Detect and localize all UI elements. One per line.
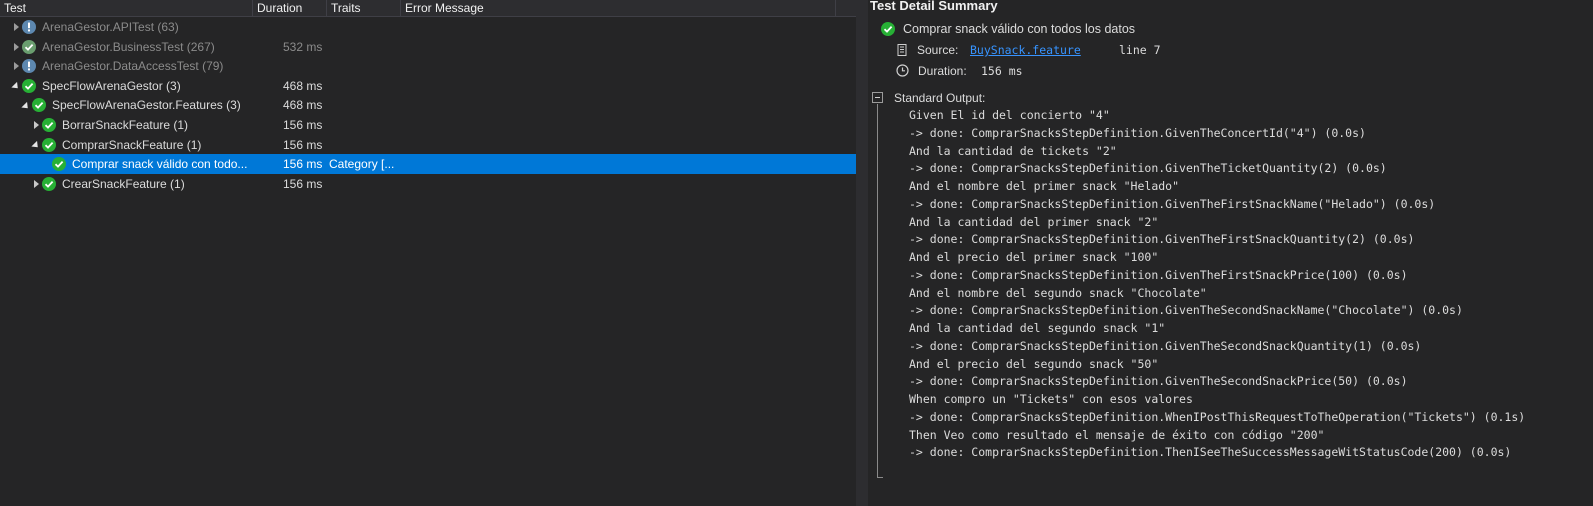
output-line: And el nombre del segundo snack "Chocola…: [909, 285, 1207, 300]
collapsed-chevron-icon[interactable]: [10, 37, 22, 57]
test-tree-row[interactable]: Comprar snack válido con todo... 156 ms Ca…: [0, 154, 868, 175]
output-line: -> done: ComprarSnacksStepDefinition.Giv…: [909, 232, 1415, 247]
test-tree-row[interactable]: BorrarSnackFeature (1) 156 ms: [0, 115, 868, 135]
collapsed-chevron-icon[interactable]: [30, 115, 42, 135]
output-line: And la cantidad del segundo snack "1": [909, 321, 1166, 335]
document-icon: [897, 44, 907, 60]
output-line: -> done: ComprarSnacksStepDefinition.Giv…: [909, 267, 1408, 282]
detail-title: Test Detail Summary: [870, 0, 998, 13]
test-name: ArenaGestor.DataAccessTest (79): [42, 59, 224, 74]
test-tree-row[interactable]: ComprarSnackFeature (1) 156 ms: [0, 135, 868, 155]
output-line: And la cantidad de tickets "2": [909, 143, 1117, 158]
not-run-icon: [22, 20, 36, 34]
duration-value: 156 ms: [981, 64, 1023, 78]
duration-label: Duration:: [918, 64, 967, 78]
output-line: -> done: ComprarSnacksStepDefinition.Giv…: [909, 161, 1387, 176]
test-name: BorrarSnackFeature (1): [62, 118, 189, 132]
test-tree-row[interactable]: SpecFlowArenaGestor.Features (3) 468 ms: [0, 95, 868, 115]
test-duration: 468 ms: [283, 78, 323, 93]
test-name: SpecFlowArenaGestor (3): [42, 78, 181, 93]
passed-icon: [52, 157, 66, 172]
output-line: -> done: ComprarSnacksStepDefinition.Giv…: [909, 374, 1408, 389]
test-duration: 156 ms: [283, 118, 323, 132]
test-name: CrearSnackFeature (1): [62, 176, 185, 191]
standard-output-label: Standard Output:: [894, 91, 986, 105]
output-line: When compro un "Tickets" con esos valore…: [909, 392, 1193, 406]
passed-icon: [32, 98, 46, 113]
test-detail-pane: Test Detail Summary Comprar snack válido…: [868, 0, 1593, 506]
test-tree-row[interactable]: ArenaGestor.APITest (63): [0, 17, 868, 37]
test-duration: 156 ms: [283, 157, 323, 172]
output-line: Given El id del concierto "4": [909, 108, 1110, 122]
output-line: -> done: ComprarSnacksStepDefinition.Giv…: [909, 303, 1463, 318]
source-label: Source:: [917, 43, 959, 57]
test-name: ArenaGestor.APITest (63): [42, 20, 179, 34]
column-error-message[interactable]: Error Message: [401, 0, 836, 16]
collapsed-chevron-icon[interactable]: [10, 17, 22, 37]
expanded-chevron-icon[interactable]: [10, 76, 22, 96]
test-name: Comprar snack válido con todo...: [72, 157, 248, 172]
passed-icon: [42, 118, 56, 132]
output-line: And el precio del segundo snack "50": [909, 356, 1159, 371]
test-name: ComprarSnackFeature (1): [62, 137, 202, 152]
column-traits[interactable]: Traits: [327, 0, 401, 16]
column-test[interactable]: Test: [0, 0, 253, 16]
expanded-chevron-icon[interactable]: [20, 95, 32, 115]
output-line: -> done: ComprarSnacksStepDefinition.Whe…: [909, 409, 1526, 424]
source-file-link[interactable]: BuySnack.feature: [970, 42, 1081, 58]
test-tree-row[interactable]: SpecFlowArenaGestor (3) 468 ms: [0, 76, 868, 96]
collapse-output-icon[interactable]: [872, 92, 883, 103]
output-guide-line: [877, 104, 878, 478]
not-run-icon: [22, 59, 36, 74]
passed-icon: [22, 78, 36, 93]
expanded-chevron-icon[interactable]: [30, 135, 42, 155]
output-line: -> done: ComprarSnacksStepDefinition.Giv…: [909, 196, 1436, 211]
passed-icon: [22, 39, 36, 54]
test-explorer-pane: Test Duration Traits Error Message Arena…: [0, 0, 868, 506]
output-line: -> done: ComprarSnacksStepDefinition.Giv…: [909, 125, 1366, 140]
test-tree-row[interactable]: CrearSnackFeature (1) 156 ms: [0, 174, 868, 194]
output-guide-end: [877, 477, 883, 478]
detail-test-name: Comprar snack válido con todos los datos: [903, 22, 1136, 36]
collapsed-chevron-icon[interactable]: [30, 174, 42, 194]
column-header: Test Duration Traits Error Message: [0, 0, 868, 17]
passed-icon: [42, 137, 56, 152]
output-line: And el precio del primer snack "100": [909, 250, 1159, 264]
collapsed-chevron-icon[interactable]: [10, 56, 22, 76]
pane-splitter[interactable]: [856, 0, 868, 506]
passed-icon: [881, 22, 895, 36]
test-name: SpecFlowArenaGestor.Features (3): [52, 98, 241, 113]
test-tree-row[interactable]: ArenaGestor.DataAccessTest (79): [0, 56, 868, 76]
test-duration: 468 ms: [283, 98, 323, 113]
test-duration: 156 ms: [283, 137, 323, 152]
clock-icon: [896, 64, 909, 81]
test-duration: 156 ms: [283, 176, 323, 191]
test-duration: 532 ms: [283, 39, 323, 54]
source-line-number: line 7: [1119, 43, 1161, 57]
test-tree-row[interactable]: ArenaGestor.BusinessTest (267) 532 ms: [0, 37, 868, 57]
output-line: -> done: ComprarSnacksStepDefinition.Giv…: [909, 338, 1422, 353]
test-traits: Category [...: [329, 157, 395, 172]
passed-icon: [42, 176, 56, 191]
output-line: Then Veo como resultado el mensaje de éx…: [909, 427, 1325, 442]
output-line: And el nombre del primer snack "Helado": [909, 179, 1180, 193]
output-line: And la cantidad del primer snack "2": [909, 214, 1159, 229]
column-duration[interactable]: Duration: [253, 0, 327, 16]
output-line: -> done: ComprarSnacksStepDefinition.The…: [909, 445, 1512, 460]
test-name: ArenaGestor.BusinessTest (267): [42, 39, 215, 54]
